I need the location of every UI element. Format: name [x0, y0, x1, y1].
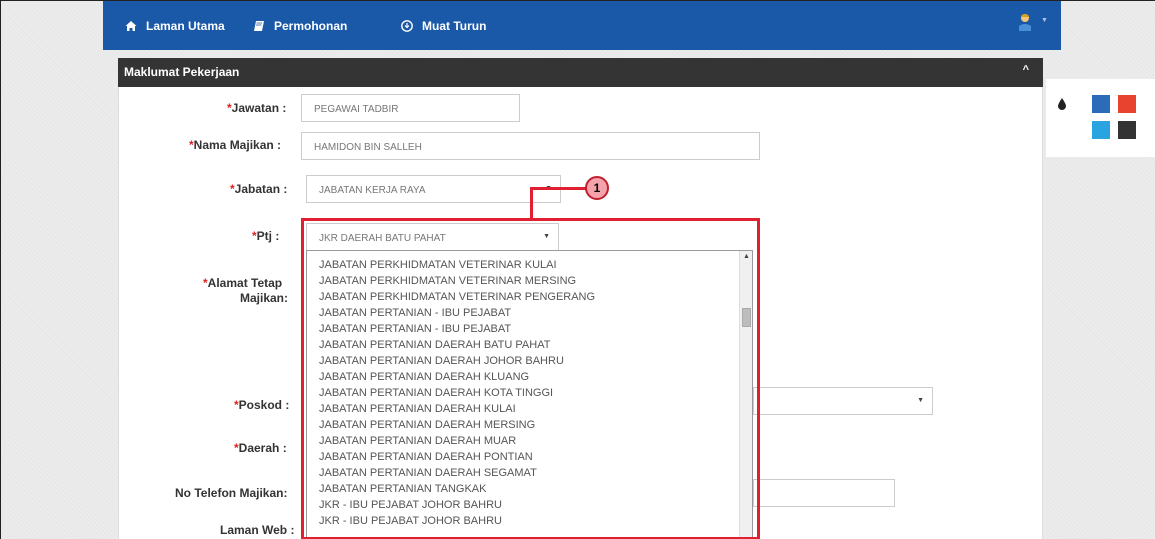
nama-majikan-label: *Nama Majikan :: [189, 138, 282, 152]
poskod-select[interactable]: ▼: [753, 387, 933, 415]
list-item[interactable]: JKR - IBU PEJABAT JOHOR BAHRU: [319, 497, 502, 513]
list-item[interactable]: JABATAN PERTANIAN DAERAH JOHOR BAHRU: [319, 353, 564, 369]
scrollbar-thumb[interactable]: [742, 308, 751, 327]
theme-swatch-dark[interactable]: [1118, 121, 1136, 139]
dropdown-arrow-icon: ▼: [543, 233, 550, 240]
poskod-label: *Poskod :: [234, 398, 290, 412]
dropdown-arrow-icon: ▼: [917, 397, 924, 404]
chevron-down-icon[interactable]: ▼: [1041, 17, 1048, 24]
list-item[interactable]: JABATAN PERTANIAN - IBU PEJABAT: [319, 305, 511, 321]
list-item[interactable]: JABATAN PERTANIAN DAERAH BATU PAHAT: [319, 337, 550, 353]
panel-title: Maklumat Pekerjaan: [124, 65, 240, 79]
jabatan-label: *Jabatan :: [230, 182, 288, 196]
no-telefon-field[interactable]: [753, 479, 895, 507]
dropdown-scrollbar[interactable]: ▲: [739, 251, 752, 539]
alamat-label-line1: *Alamat Tetap: [203, 276, 283, 290]
daerah-label: *Daerah :: [234, 441, 287, 455]
list-item[interactable]: JABATAN PERKHIDMATAN VETERINAR PENGERANG: [319, 289, 595, 305]
book-icon: [253, 20, 265, 32]
list-item[interactable]: JABATAN PERTANIAN DAERAH SEGAMAT: [319, 465, 537, 481]
home-icon: [125, 20, 137, 32]
panel-header: Maklumat Pekerjaan ^: [118, 58, 1043, 87]
list-item[interactable]: JABATAN PERKHIDMATAN VETERINAR MERSING: [319, 273, 576, 289]
nama-majikan-field[interactable]: HAMIDON BIN SALLEH: [301, 132, 760, 160]
jabatan-select[interactable]: JABATAN KERJA RAYA ▼: [306, 175, 561, 203]
nav-item-label: Permohonan: [274, 19, 348, 33]
alamat-label-line2: Majikan:: [240, 291, 289, 305]
callout-line-vertical: [530, 187, 533, 221]
list-item[interactable]: JABATAN PERTANIAN DAERAH MUAR: [319, 433, 516, 449]
list-item[interactable]: JABATAN PERTANIAN DAERAH KULAI: [319, 401, 516, 417]
nav-item-label: Muat Turun: [422, 19, 487, 33]
laman-web-label: Laman Web :: [220, 523, 295, 537]
scroll-up-arrow-icon[interactable]: ▲: [743, 253, 750, 260]
list-item[interactable]: JABATAN PERKHIDMATAN VETERINAR KULAI: [319, 257, 557, 273]
ptj-dropdown-list[interactable]: JABATAN PERKHIDMATAN VETERINAR KULAI JAB…: [306, 250, 753, 539]
nav-item-label: Laman Utama: [146, 19, 225, 33]
nav-item-muat-turun[interactable]: Muat Turun: [401, 18, 486, 34]
list-item[interactable]: JABATAN PERTANIAN TANGKAK: [319, 481, 486, 497]
list-item[interactable]: JABATAN PERTANIAN DAERAH KLUANG: [319, 369, 529, 385]
nav-item-permohonan[interactable]: Permohonan: [253, 18, 347, 34]
nav-item-laman-utama[interactable]: Laman Utama: [125, 18, 225, 34]
ptj-selected-value: JKR DAERAH BATU PAHAT: [319, 233, 446, 244]
list-item[interactable]: JKR - IBU PEJABAT JOHOR BAHRU: [319, 513, 502, 529]
ptj-select[interactable]: JKR DAERAH BATU PAHAT ▼: [306, 223, 559, 251]
color-drop-icon[interactable]: [1057, 98, 1067, 113]
download-icon: [401, 20, 413, 32]
list-item[interactable]: JABATAN PERTANIAN DAERAH KOTA TINGGI: [319, 385, 553, 401]
list-item[interactable]: JABATAN PERTANIAN DAERAH MERSING: [319, 417, 535, 433]
jawatan-label: *Jawatan :: [227, 101, 287, 115]
ptj-label: *Ptj :: [252, 229, 280, 243]
callout-number-badge: 1: [585, 176, 609, 200]
list-item[interactable]: JABATAN PERTANIAN DAERAH PONTIAN: [319, 449, 533, 465]
jawatan-field[interactable]: PEGAWAI TADBIR: [301, 94, 520, 122]
list-item[interactable]: JABATAN PERTANIAN - IBU PEJABAT: [319, 321, 511, 337]
no-telefon-label: No Telefon Majikan:: [175, 486, 288, 500]
theme-swatch-blue[interactable]: [1092, 95, 1110, 113]
top-navbar: Laman Utama Permohonan Muat Turun: [103, 1, 1061, 50]
theme-swatch-red[interactable]: [1118, 95, 1136, 113]
jabatan-selected-value: JABATAN KERJA RAYA: [319, 185, 426, 196]
callout-line-horizontal: [530, 187, 588, 190]
chevron-up-icon[interactable]: ^: [1023, 64, 1029, 76]
theme-swatch-light-blue[interactable]: [1092, 121, 1110, 139]
user-avatar-icon[interactable]: [1018, 13, 1032, 31]
theme-color-panel: [1046, 79, 1155, 157]
